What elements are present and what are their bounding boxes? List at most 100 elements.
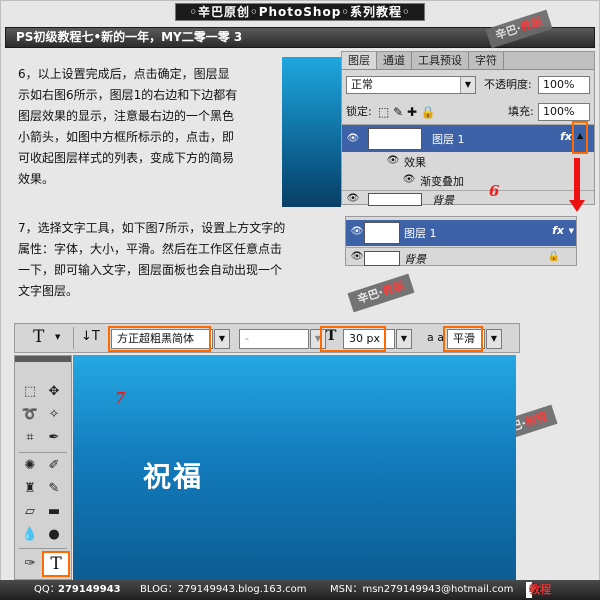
layers-panel-tabs: 图层 通道 工具预设 字符 bbox=[342, 52, 594, 70]
layer1-name: 图层 1 bbox=[432, 133, 465, 146]
opacity-value: 100% bbox=[543, 78, 575, 91]
series-banner: ◦辛巴原创◦PhotoShop◦系列教程◦ bbox=[175, 3, 425, 21]
font-size-highlight bbox=[320, 326, 386, 352]
layer-row-background[interactable]: 👁 背景 🔒 bbox=[346, 247, 576, 267]
tab-character[interactable]: 字符 bbox=[469, 52, 504, 69]
red-arrow-head-icon bbox=[569, 200, 585, 212]
layers-panel: 图层 通道 工具预设 字符 正常 ▼ 不透明度: 100% 锁定: ⬚ ✎ ✚ … bbox=[341, 51, 595, 207]
divider bbox=[19, 452, 67, 453]
blur-tool-icon[interactable]: 💧 bbox=[19, 525, 41, 545]
fill-label: 填充: bbox=[508, 105, 534, 118]
layer-row-background[interactable]: 👁 背景 bbox=[342, 190, 594, 207]
chevron-down-icon: ▼ bbox=[214, 329, 230, 349]
chevron-down-icon: ▼ bbox=[396, 329, 412, 349]
collapse-arrow-highlight[interactable]: ▲ bbox=[572, 121, 588, 154]
watermark-text: 教程 bbox=[518, 14, 544, 35]
lasso-tool-icon[interactable]: ➰ bbox=[19, 405, 41, 425]
triangle-down-icon[interactable]: ▼ bbox=[569, 227, 574, 235]
fill-input[interactable]: 100% bbox=[538, 103, 590, 121]
layer-row-layer1[interactable]: 👁 图层 1 fx bbox=[342, 124, 594, 152]
fx-icon: fx bbox=[552, 224, 564, 237]
effects-label: 效果 bbox=[404, 156, 426, 169]
fx-icon: fx bbox=[560, 130, 572, 143]
antialias-icon: a a bbox=[427, 331, 444, 344]
opacity-input[interactable]: 100% bbox=[538, 76, 590, 94]
watermark-text: 教程 bbox=[523, 409, 549, 430]
tab-layers[interactable]: 图层 bbox=[342, 52, 377, 69]
step7-line: 属性：字体，大小，平滑。然后在工作区任意点击 bbox=[18, 242, 283, 256]
banner-text: ◦辛巴原创◦PhotoShop◦系列教程◦ bbox=[189, 5, 411, 19]
eye-icon[interactable]: 👁 bbox=[386, 155, 400, 167]
watermark-text: 教程 bbox=[380, 278, 406, 299]
layer-thumbnail bbox=[368, 128, 422, 150]
canvas-text-layer[interactable]: 祝福 bbox=[143, 455, 203, 495]
eye-icon[interactable]: 👁 bbox=[346, 193, 360, 205]
eyedropper-tool-icon[interactable]: ✒ bbox=[43, 428, 65, 448]
text-tool-preset-icon[interactable]: T bbox=[33, 327, 44, 347]
layer1-name: 图层 1 bbox=[404, 227, 437, 240]
layer-row-layer1[interactable]: 👁 图层 1 fx ▼ bbox=[346, 220, 576, 246]
lock-label: 锁定: bbox=[346, 105, 372, 118]
effects-row[interactable]: 👁 效果 bbox=[342, 152, 594, 171]
move-tool-icon[interactable]: ✥ bbox=[43, 382, 65, 402]
gradient-overlay-label: 渐变叠加 bbox=[420, 175, 464, 188]
red-arrow-shaft bbox=[574, 158, 580, 203]
font-family-highlight bbox=[108, 326, 211, 352]
fill-value: 100% bbox=[543, 105, 575, 118]
lock-icons[interactable]: ⬚ ✎ ✚ 🔒 bbox=[378, 103, 436, 121]
eye-icon[interactable]: 👁 bbox=[350, 251, 364, 263]
blend-mode-select[interactable]: 正常 ▼ bbox=[346, 76, 476, 94]
tab-channels[interactable]: 通道 bbox=[377, 52, 412, 69]
step6-line: 示如右图6所示，图层1的右边和下边都有 bbox=[18, 88, 238, 102]
opacity-label: 不透明度: bbox=[484, 78, 532, 91]
blend-mode-value: 正常 bbox=[351, 78, 373, 91]
watermark-text: 辛巴 bbox=[493, 22, 519, 43]
eye-icon[interactable]: 👁 bbox=[350, 226, 364, 238]
background-name: 背景 bbox=[404, 253, 426, 266]
footer-blog[interactable]: BLOG：279149943.blog.163.com bbox=[140, 580, 307, 600]
dodge-tool-icon[interactable]: ● bbox=[43, 525, 65, 545]
footer-qq-label: QQ： bbox=[34, 584, 60, 595]
history-brush-tool-icon[interactable]: ✎ bbox=[43, 479, 65, 499]
toolbox: ⬚ ✥ ➰ ✧ ⌗ ✒ ✺ ✐ ♜ ✎ ▱ ▬ 💧 ● ✑ T bbox=[14, 355, 72, 580]
step6-line: 小箭头，如图中方框所标示的，点击，即 bbox=[18, 130, 235, 144]
gradient-overlay-row[interactable]: 👁 渐变叠加 bbox=[342, 171, 594, 190]
pen-tool-icon[interactable]: ✑ bbox=[19, 554, 41, 574]
step7-line: 文字图层。 bbox=[18, 284, 79, 298]
eye-icon[interactable]: 👁 bbox=[346, 133, 360, 145]
marquee-tool-icon[interactable]: ⬚ bbox=[19, 382, 41, 402]
divider bbox=[19, 548, 67, 549]
text-orientation-icon[interactable]: ↓T bbox=[81, 329, 100, 344]
magic-wand-tool-icon[interactable]: ✧ bbox=[43, 405, 65, 425]
step6-line: 图层效果的显示，注意最右边的一个黑色 bbox=[18, 109, 235, 123]
figure7-marker: 7 bbox=[115, 389, 126, 407]
footer-bar: QQ： 279149943 BLOG：279149943.blog.163.co… bbox=[0, 580, 600, 600]
type-tool-icon[interactable]: T bbox=[42, 551, 70, 577]
antialias-highlight bbox=[443, 326, 483, 352]
brush-tool-icon[interactable]: ✐ bbox=[43, 456, 65, 476]
eye-icon[interactable]: 👁 bbox=[402, 174, 416, 186]
layers-panel-collapsed: 👁 图层 1 fx ▼ 👁 背景 🔒 bbox=[345, 216, 577, 266]
step7-paragraph: 7，选择文字工具，如下图7所示，设置上方文字的 属性：字体，大小，平滑。然后在工… bbox=[18, 218, 343, 302]
step6-line: 可收起图层样式的列表，变成下方的简易 bbox=[18, 151, 235, 165]
tab-tool-presets[interactable]: 工具预设 bbox=[412, 52, 469, 69]
clone-stamp-tool-icon[interactable]: ♜ bbox=[19, 479, 41, 499]
crop-tool-icon[interactable]: ⌗ bbox=[19, 428, 41, 448]
eraser-tool-icon[interactable]: ▱ bbox=[19, 502, 41, 522]
chevron-down-icon: ▼ bbox=[460, 77, 475, 93]
healing-brush-tool-icon[interactable]: ✺ bbox=[19, 456, 41, 476]
footer-qq: 279149943 bbox=[58, 584, 121, 595]
toolbox-header bbox=[15, 356, 71, 362]
font-style-select[interactable]: - ▼ bbox=[239, 329, 326, 349]
background-thumbnail bbox=[364, 251, 400, 266]
lock-icon: 🔒 bbox=[547, 251, 560, 262]
footer-msn[interactable]: MSN：msn279149943@hotmail.com bbox=[330, 580, 513, 600]
gradient-tool-icon[interactable]: ▬ bbox=[43, 502, 65, 522]
divider bbox=[73, 327, 74, 349]
footer-logo-text: 教程 bbox=[529, 583, 551, 596]
background-thumbnail bbox=[368, 193, 422, 206]
chevron-down-icon[interactable]: ▼ bbox=[55, 333, 60, 341]
document-canvas[interactable]: 7 祝福 bbox=[73, 355, 516, 580]
step6-paragraph: 6，以上设置完成后，点击确定，图层显 示如右图6所示，图层1的右边和下边都有 图… bbox=[18, 64, 280, 190]
step6-line: 6，以上设置完成后，点击确定，图层显 bbox=[18, 67, 230, 81]
